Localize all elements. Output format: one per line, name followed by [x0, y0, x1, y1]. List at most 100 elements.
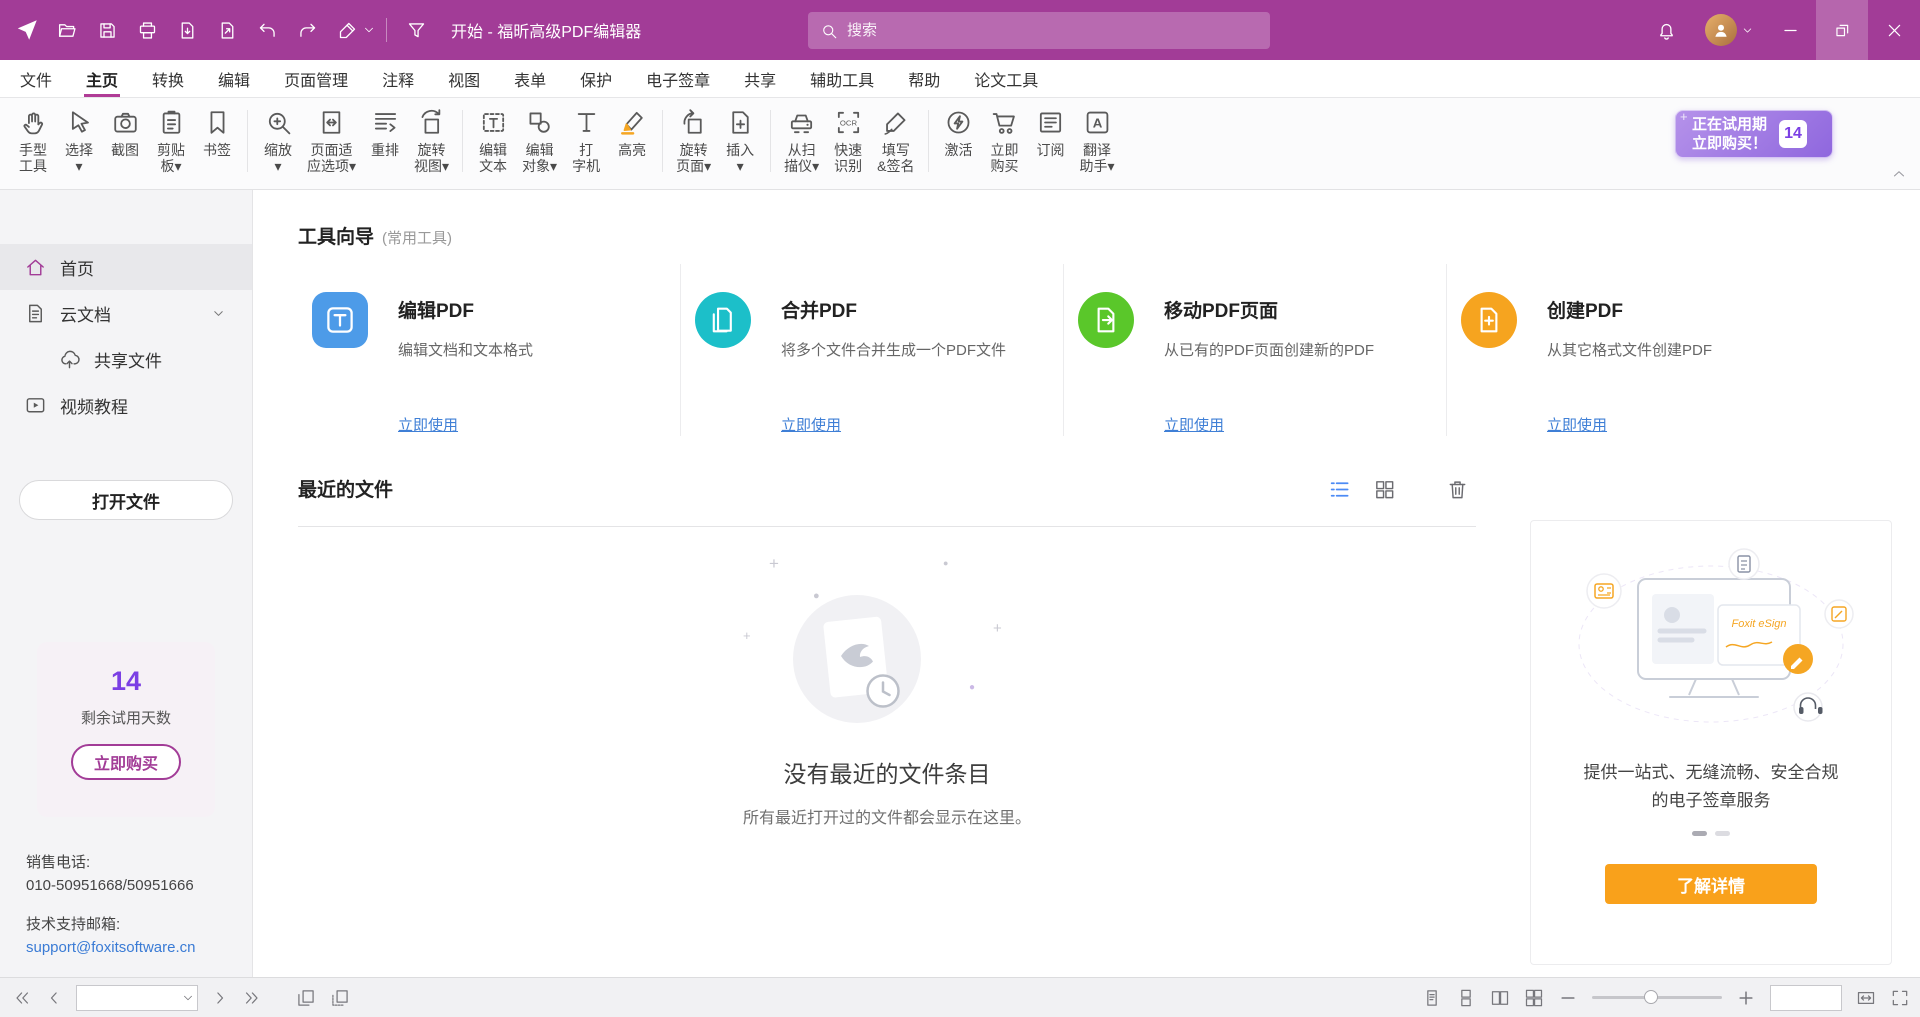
ribbon-fit-options[interactable]: 页面适 应选项▾ — [301, 106, 362, 176]
ribbon-translate-assistant[interactable]: A 翻译 助手▾ — [1074, 106, 1121, 176]
buy-now-button[interactable]: 立即购买 — [71, 744, 181, 780]
learn-more-button[interactable]: 了解详情 — [1605, 864, 1817, 904]
menu-tab-help[interactable]: 帮助 — [908, 60, 940, 97]
single-page-view-icon[interactable] — [1422, 988, 1442, 1008]
clear-recent-icon[interactable] — [1446, 478, 1469, 501]
ribbon-snapshot[interactable]: 截图 — [102, 106, 148, 160]
ribbon-buy-now[interactable]: 立即 购买 — [982, 106, 1028, 176]
zoom-slider-knob[interactable] — [1644, 990, 1658, 1004]
menu-tab-share[interactable]: 共享 — [744, 60, 776, 97]
search-bar[interactable] — [808, 12, 1270, 49]
ribbon-from-scanner[interactable]: 从扫 描仪▾ — [778, 106, 825, 176]
notifications-button[interactable] — [1647, 11, 1685, 49]
esign-tool-button[interactable] — [328, 11, 366, 49]
facing-continuous-view-icon[interactable] — [1524, 988, 1544, 1008]
account-chevron-down-icon[interactable] — [1741, 24, 1754, 37]
zoom-in-icon[interactable] — [1736, 988, 1756, 1008]
chevron-down-icon[interactable] — [211, 306, 226, 321]
ribbon-reflow[interactable]: 重排 — [362, 106, 408, 160]
zoom-slider[interactable] — [1592, 996, 1722, 999]
collapse-ribbon-icon[interactable] — [1890, 165, 1908, 183]
avatar[interactable] — [1705, 14, 1737, 46]
fullscreen-icon[interactable] — [1890, 988, 1910, 1008]
ribbon-fill-sign[interactable]: 填写 &签名 — [871, 106, 920, 176]
ribbon-typewriter[interactable]: 打 字机 — [563, 106, 609, 176]
menu-tab-paper-tools[interactable]: 论文工具 — [974, 60, 1038, 97]
ribbon-rotate-pages[interactable]: 旋转 页面▾ — [670, 106, 717, 176]
menu-tab-form[interactable]: 表单 — [514, 60, 546, 97]
ribbon-activate[interactable]: 激活 — [936, 106, 982, 160]
save-button[interactable] — [88, 11, 126, 49]
facing-view-icon[interactable] — [1490, 988, 1510, 1008]
undo-button[interactable] — [248, 11, 286, 49]
continuous-view-icon[interactable] — [1456, 988, 1476, 1008]
use-now-link[interactable]: 立即使用 — [398, 414, 458, 435]
zoom-level-input[interactable] — [1771, 986, 1841, 1010]
tool-card-merge-pdf[interactable]: 合并PDF 将多个文件合并生成一个PDF文件 立即使用 — [681, 264, 1064, 436]
tool-card-create-pdf[interactable]: 创建PDF 从其它格式文件创建PDF 立即使用 — [1447, 264, 1830, 436]
chevron-down-icon[interactable] — [362, 23, 376, 37]
list-view-icon[interactable] — [1328, 478, 1351, 501]
open-file-main-button[interactable]: 打开文件 — [19, 480, 233, 520]
ribbon-quick-ocr[interactable]: OCR 快速 识别 — [825, 106, 871, 176]
ribbon-subscribe[interactable]: 订阅 — [1028, 106, 1074, 160]
trial-banner[interactable]: 正在试用期 立即购买！ 14 — [1675, 110, 1833, 158]
tool-card-edit-pdf[interactable]: 编辑PDF 编辑文档和文本格式 立即使用 — [298, 264, 681, 436]
next-page-icon[interactable] — [210, 988, 230, 1008]
prev-page-icon[interactable] — [44, 988, 64, 1008]
share-document-button[interactable] — [208, 11, 246, 49]
page-number-box[interactable] — [76, 985, 198, 1011]
export-pdf-button[interactable] — [168, 11, 206, 49]
menu-tab-convert[interactable]: 转换 — [152, 60, 184, 97]
open-file-button[interactable] — [48, 11, 86, 49]
zoom-level-box[interactable] — [1770, 985, 1842, 1011]
last-page-icon[interactable] — [242, 988, 262, 1008]
menu-tab-home[interactable]: 主页 — [86, 60, 118, 97]
page-number-input[interactable] — [77, 990, 181, 1006]
first-page-icon[interactable] — [12, 988, 32, 1008]
menu-tab-comment[interactable]: 注释 — [382, 60, 414, 97]
use-now-link[interactable]: 立即使用 — [781, 414, 841, 435]
menu-tab-page-manage[interactable]: 页面管理 — [284, 60, 348, 97]
sidebar-item-video-tutorials[interactable]: 视频教程 — [0, 382, 252, 428]
ribbon-clipboard[interactable]: 剪贴 板▾ — [148, 106, 194, 176]
empty-files-illustration — [777, 581, 937, 741]
restore-button[interactable] — [1816, 0, 1868, 60]
snapshot-pages-alt-icon[interactable] — [330, 988, 350, 1008]
menu-tab-esignature[interactable]: 电子签章 — [646, 60, 710, 97]
redo-button[interactable] — [288, 11, 326, 49]
minimize-button[interactable] — [1764, 0, 1816, 60]
tool-card-move-pdf-pages[interactable]: 移动PDF页面 从已有的PDF页面创建新的PDF 立即使用 — [1064, 264, 1447, 436]
menu-tab-file[interactable]: 文件 — [20, 60, 52, 97]
menu-tab-view[interactable]: 视图 — [448, 60, 480, 97]
search-input[interactable] — [847, 22, 1258, 39]
use-now-link[interactable]: 立即使用 — [1547, 414, 1607, 435]
close-button[interactable] — [1868, 0, 1920, 60]
app-menu-button[interactable] — [8, 11, 46, 49]
ribbon-bookmark[interactable]: 书签 — [194, 106, 240, 160]
page-dropdown-icon[interactable] — [181, 991, 195, 1005]
ribbon-edit-text[interactable]: 编辑 文本 — [470, 106, 516, 176]
use-now-link[interactable]: 立即使用 — [1164, 414, 1224, 435]
carousel-dots[interactable] — [1531, 831, 1891, 836]
ribbon-rotate-view[interactable]: 旋转 视图▾ — [408, 106, 455, 176]
sidebar-item-home[interactable]: 首页 — [0, 244, 252, 290]
print-button[interactable] — [128, 11, 166, 49]
sidebar-item-shared-files[interactable]: 共享文件 — [0, 336, 252, 382]
ribbon-highlight[interactable]: 高亮 — [609, 106, 655, 160]
snapshot-pages-icon[interactable] — [296, 988, 316, 1008]
grid-view-icon[interactable] — [1373, 478, 1396, 501]
ribbon-select[interactable]: 选择 ▾ — [56, 106, 102, 176]
ribbon-hand-tool[interactable]: 手型 工具 — [10, 106, 56, 176]
zoom-out-icon[interactable] — [1558, 988, 1578, 1008]
sidebar-item-cloud-docs[interactable]: 云文档 — [0, 290, 252, 336]
menu-tab-edit[interactable]: 编辑 — [218, 60, 250, 97]
support-email-link[interactable]: support@foxitsoftware.cn — [26, 939, 195, 956]
customize-toolbar-button[interactable] — [397, 11, 435, 49]
ribbon-insert[interactable]: 插入 ▾ — [717, 106, 763, 176]
fit-width-icon[interactable] — [1856, 988, 1876, 1008]
menu-tab-assist-tools[interactable]: 辅助工具 — [810, 60, 874, 97]
menu-tab-protect[interactable]: 保护 — [580, 60, 612, 97]
ribbon-edit-object[interactable]: 编辑 对象▾ — [516, 106, 563, 176]
ribbon-zoom[interactable]: 缩放 ▾ — [255, 106, 301, 176]
